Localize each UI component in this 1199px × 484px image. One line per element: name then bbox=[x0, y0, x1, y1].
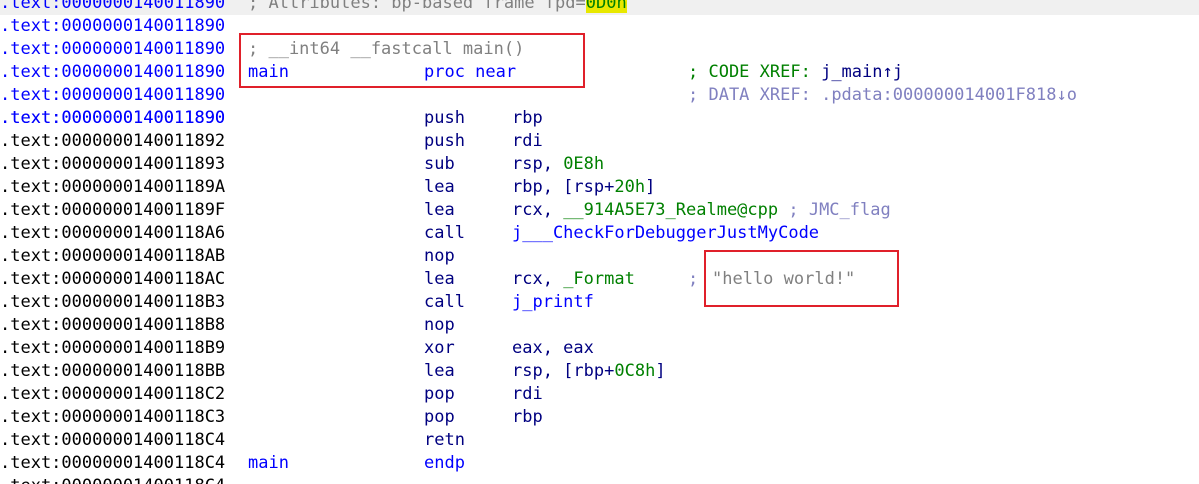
operand: rdi bbox=[512, 384, 543, 404]
operand-register: rsp, [rbp+ bbox=[512, 361, 615, 381]
address: .text:00000001400118BB bbox=[0, 361, 226, 381]
data-xref-prefix: ; DATA XREF: bbox=[688, 85, 811, 105]
mnemonic: nop bbox=[424, 246, 455, 266]
operand-immediate: 0C8h bbox=[614, 361, 656, 381]
operand-immediate: 0E8h bbox=[563, 154, 605, 174]
operand: rbp bbox=[512, 407, 543, 427]
address: .text:00000001400118C4 bbox=[0, 453, 226, 473]
address: .text:0000000140011890 bbox=[0, 0, 226, 13]
address: .text:0000000140011892 bbox=[0, 131, 226, 151]
operand-function-link[interactable]: j___CheckForDebuggerJustMyCode bbox=[512, 222, 819, 245]
address: .text:000000014001189A bbox=[0, 177, 226, 197]
disasm-line-instruction[interactable]: .text:00000001400118AB nop bbox=[0, 245, 1199, 268]
address: .text:00000001400118A6 bbox=[0, 223, 226, 243]
disasm-line-instruction[interactable]: .text:00000001400118B3 call j_printf bbox=[0, 291, 1199, 314]
address: .text:00000001400118B9 bbox=[0, 338, 226, 358]
operand: eax, eax bbox=[512, 338, 594, 358]
operand-immediate: 20h bbox=[614, 177, 646, 197]
operand-bracket: ] bbox=[645, 177, 656, 197]
operand-register: rcx, bbox=[512, 269, 564, 289]
annotation-box-main-signature bbox=[239, 33, 585, 88]
address: .text:00000001400118C3 bbox=[0, 407, 226, 427]
mnemonic: call bbox=[424, 223, 465, 243]
disasm-line-instruction[interactable]: .text:00000001400118C4 retn bbox=[0, 429, 1199, 452]
disasm-line-instruction[interactable]: .text:000000014001189F lea rcx, __914A5E… bbox=[0, 199, 1199, 222]
mnemonic: push bbox=[424, 108, 465, 128]
disasm-line-instruction[interactable]: .text:0000000140011890 push rbp bbox=[0, 107, 1199, 130]
disasm-line-instruction[interactable]: .text:00000001400118C3 pop rbp bbox=[0, 406, 1199, 429]
operand: rbp, [rsp+20h] bbox=[512, 176, 655, 199]
code-xref-link[interactable]: j_main↑j bbox=[821, 62, 903, 82]
disasm-line-instruction[interactable]: .text:00000001400118BB lea rsp, [rbp+0C8… bbox=[0, 360, 1199, 383]
address: .text:00000001400118C4 bbox=[0, 475, 225, 484]
disasm-line-signature[interactable]: .text:0000000140011890 ; __int64 __fastc… bbox=[0, 38, 1199, 61]
operand-register: rsp, bbox=[512, 154, 564, 174]
operand: rcx, __914A5E73_Realme@cpp ; JMC_flag bbox=[512, 199, 891, 222]
address: .text:00000001400118AC bbox=[0, 269, 226, 289]
address: .text:000000014001189F bbox=[0, 200, 226, 220]
disasm-line-instruction[interactable]: .text:00000001400118B9 xor eax, eax bbox=[0, 337, 1199, 360]
operand: rdi bbox=[512, 131, 543, 151]
mnemonic: retn bbox=[424, 430, 465, 450]
mnemonic: pop bbox=[424, 407, 455, 427]
disasm-line[interactable]: .text:00000001400118C4 bbox=[0, 475, 1199, 484]
address: .text:00000001400118B3 bbox=[0, 292, 226, 312]
string-comment-semicolon: ; bbox=[688, 269, 699, 289]
operand-bracket: ] bbox=[655, 361, 666, 381]
operand: rcx, _Format bbox=[512, 268, 635, 291]
disasm-line-instruction[interactable]: .text:0000000140011893 sub rsp, 0E8h bbox=[0, 153, 1199, 176]
disasm-line-xref[interactable]: .text:0000000140011890 ; DATA XREF: .pda… bbox=[0, 84, 1199, 107]
annotation-box-hello-world bbox=[704, 250, 899, 307]
disasm-line-endp[interactable]: .text:00000001400118C4 main endp bbox=[0, 452, 1199, 475]
disasm-line-attributes[interactable]: .text:0000000140011890 ; Attributes: bp-… bbox=[0, 0, 1199, 15]
instruction-comment: ; JMC_flag bbox=[778, 200, 891, 220]
operand-register: rbp, [rsp+ bbox=[512, 177, 615, 197]
operand-symbol-link[interactable]: __914A5E73_Realme@cpp bbox=[563, 200, 778, 220]
operand: rbp bbox=[512, 108, 543, 128]
address: .text:0000000140011893 bbox=[0, 154, 226, 174]
mnemonic: push bbox=[424, 131, 465, 151]
attributes-comment: ; Attributes: bp-based frame fpd=0D0h bbox=[248, 0, 627, 15]
mnemonic: sub bbox=[424, 154, 455, 174]
address: .text:00000001400118B8 bbox=[0, 315, 226, 335]
mnemonic: lea bbox=[424, 361, 455, 381]
disasm-line-instruction[interactable]: .text:00000001400118B8 nop bbox=[0, 314, 1199, 337]
operand-symbol-link[interactable]: _Format bbox=[563, 269, 635, 289]
operand-register: rcx, bbox=[512, 200, 564, 220]
operand: rsp, 0E8h bbox=[512, 153, 604, 176]
data-xref-link[interactable]: .pdata:000000014001F818↓o bbox=[821, 85, 1077, 105]
address: .text:00000001400118C2 bbox=[0, 384, 226, 404]
address: .text:00000001400118C4 bbox=[0, 430, 226, 450]
mnemonic: xor bbox=[424, 338, 455, 358]
data-xref-comment: ; DATA XREF: .pdata:000000014001F818↓o bbox=[688, 84, 1077, 107]
disasm-line-instruction[interactable]: .text:0000000140011892 push rdi bbox=[0, 130, 1199, 153]
mnemonic: lea bbox=[424, 200, 455, 220]
address: .text:0000000140011890 bbox=[0, 85, 226, 105]
operand-function-link[interactable]: j_printf bbox=[512, 291, 594, 314]
code-xref-comment: ; CODE XREF: j_main↑j bbox=[688, 61, 903, 84]
endp-directive: endp bbox=[424, 453, 465, 473]
mnemonic: call bbox=[424, 292, 465, 312]
address: .text:0000000140011890 bbox=[0, 108, 226, 128]
disasm-line[interactable]: .text:0000000140011890 bbox=[0, 15, 1199, 38]
disasm-line-proc[interactable]: .text:0000000140011890 main proc near ; … bbox=[0, 61, 1199, 84]
highlighted-token[interactable]: 0D0h bbox=[585, 0, 627, 13]
function-label[interactable]: main bbox=[248, 452, 289, 475]
disasm-line-instruction[interactable]: .text:00000001400118A6 call j___CheckFor… bbox=[0, 222, 1199, 245]
ida-disassembly-view[interactable]: .text:0000000140011890 ; Attributes: bp-… bbox=[0, 0, 1199, 484]
mnemonic: lea bbox=[424, 269, 455, 289]
mnemonic: lea bbox=[424, 177, 455, 197]
disasm-line-instruction[interactable]: .text:000000014001189A lea rbp, [rsp+20h… bbox=[0, 176, 1199, 199]
disasm-line-instruction[interactable]: .text:00000001400118C2 pop rdi bbox=[0, 383, 1199, 406]
attributes-comment-text: ; Attributes: bp-based frame fpd= bbox=[248, 0, 586, 13]
address: .text:00000001400118AB bbox=[0, 246, 226, 266]
address: .text:0000000140011890 bbox=[0, 62, 226, 82]
code-xref-prefix: ; CODE XREF: bbox=[688, 62, 811, 82]
mnemonic: nop bbox=[424, 315, 455, 335]
disasm-line-instruction[interactable]: .text:00000001400118AC lea rcx, _Format … bbox=[0, 268, 1199, 291]
address: .text:0000000140011890 bbox=[0, 39, 226, 59]
operand: rsp, [rbp+0C8h] bbox=[512, 360, 666, 383]
mnemonic: pop bbox=[424, 384, 455, 404]
address: .text:0000000140011890 bbox=[0, 16, 226, 36]
